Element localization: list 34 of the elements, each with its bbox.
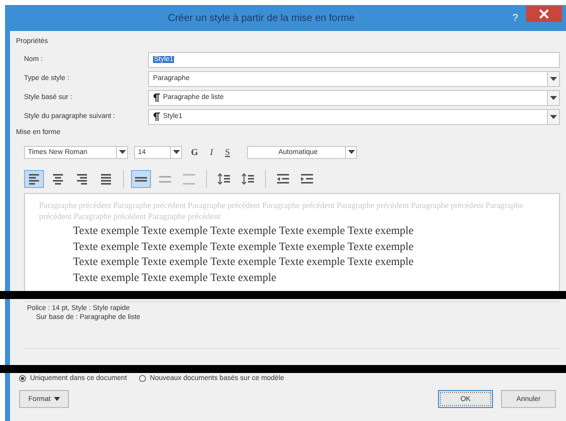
double-spacing-icon [182,173,196,185]
sample-text: Texte exemple Texte exemple Texte exemple [73,270,278,286]
underline-button[interactable]: S [222,147,234,157]
radio-button[interactable] [19,375,26,382]
bold-button[interactable]: G [188,147,202,157]
caret-icon [118,150,126,154]
caret-icon [54,397,60,401]
dropdown-arrow[interactable] [170,146,181,158]
caret-icon [550,114,557,118]
dropdown-arrow[interactable] [116,146,127,158]
indent-icon [300,173,314,185]
align-right-icon [75,173,89,185]
align-left-icon [27,173,41,185]
caret-icon [348,150,355,154]
dropdown-arrow[interactable] [345,146,356,158]
single-spacing-button[interactable] [131,170,151,188]
align-center-icon [51,173,65,185]
justify-icon [99,173,113,185]
space-after-icon [241,173,255,185]
align-left-button[interactable] [24,170,44,188]
caret-icon [550,96,557,100]
caret-icon [550,76,557,80]
italic-button[interactable]: I [207,147,216,157]
one-half-spacing-icon [158,173,172,185]
window-title: Créer un style à partir de la mise en forme [166,12,356,24]
outdent-icon [276,173,290,185]
close-icon [539,9,549,19]
sample-text: Texte exemple Texte exemple Texte exemple Texte exemple Texte exemple [73,224,415,239]
sample-text: Texte exemple Texte exemple Texte exemple Texte exemple Texte exemple [73,255,415,270]
sample-text: Texte exemple Texte exemple Texte exemple Texte exemple Texte exemple [73,240,415,254]
space-before-icon [217,173,231,185]
close-button[interactable] [526,6,562,22]
caret-icon [172,150,180,154]
radio-button[interactable] [138,375,146,382]
